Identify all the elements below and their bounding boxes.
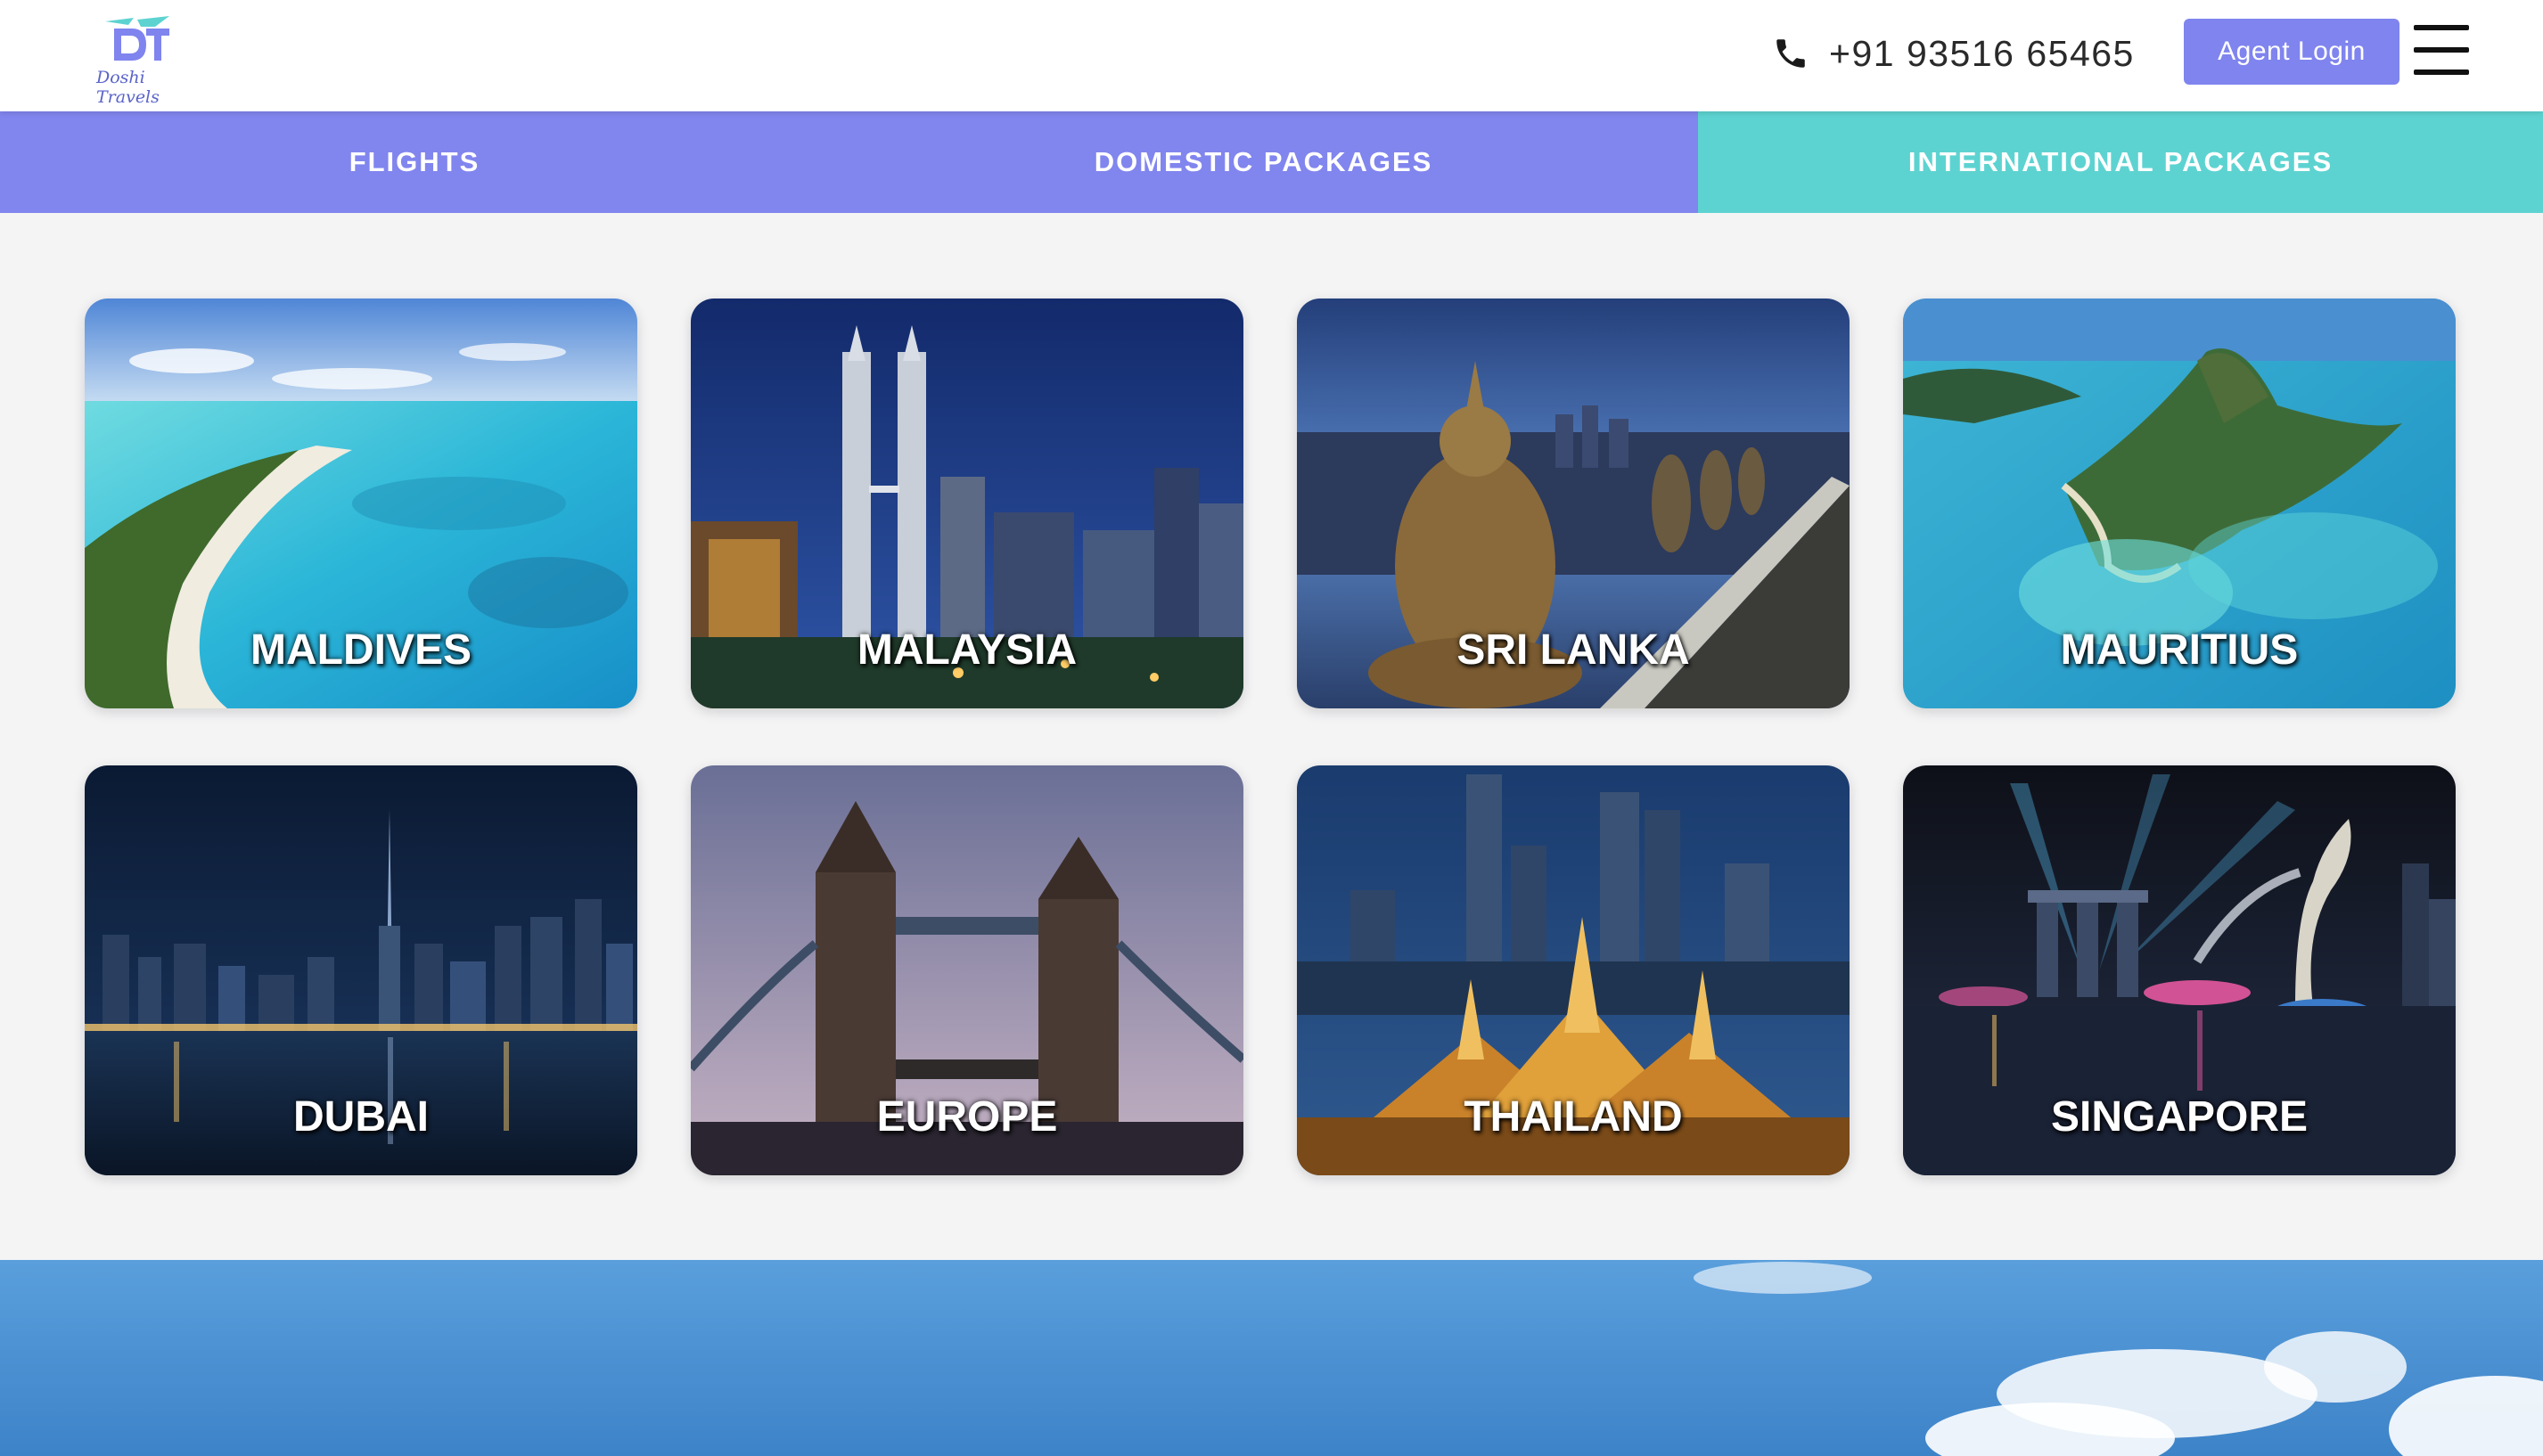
destination-label: EUROPE <box>876 1093 1058 1141</box>
destination-card-thailand[interactable]: THAILAND <box>1297 765 1850 1175</box>
destination-label: DUBAI <box>293 1093 429 1141</box>
tab-international-packages[interactable]: INTERNATIONAL PACKAGES <box>1698 111 2543 213</box>
logo-text: Doshi Travels <box>96 68 160 107</box>
destination-label: MALDIVES <box>250 626 472 674</box>
destination-card-dubai[interactable]: DUBAI <box>85 765 637 1175</box>
logo[interactable]: Doshi Travels <box>94 16 201 107</box>
destination-card-singapore[interactable]: SINGAPORE <box>1903 765 2456 1175</box>
package-tabs: FLIGHTS DOMESTIC PACKAGES INTERNATIONAL … <box>0 111 2543 213</box>
agent-login-button[interactable]: Agent Login <box>2184 19 2399 85</box>
hero-banner <box>0 1260 2543 1456</box>
destination-label: THAILAND <box>1464 1093 1683 1141</box>
phone-icon <box>1776 39 1805 68</box>
sky-banner-image <box>0 1260 2543 1456</box>
destination-card-europe[interactable]: EUROPE <box>691 765 1243 1175</box>
destination-label: MALAYSIA <box>857 626 1078 674</box>
destination-label: SINGAPORE <box>2050 1093 2309 1141</box>
destination-card-maldives[interactable]: MALDIVES <box>85 299 637 708</box>
destination-label: SRI LANKA <box>1456 626 1690 674</box>
hamburger-menu-icon[interactable] <box>2414 23 2469 77</box>
destination-label: MAURITIUS <box>2060 626 2299 674</box>
menu-line <box>2414 70 2469 75</box>
site-header: Doshi Travels +91 93516 65465 Agent Logi… <box>0 0 2543 111</box>
tab-flights[interactable]: FLIGHTS <box>0 111 829 213</box>
menu-line <box>2414 47 2469 53</box>
phone-number[interactable]: +91 93516 65465 <box>1829 33 2135 75</box>
tab-domestic-packages[interactable]: DOMESTIC PACKAGES <box>829 111 1698 213</box>
menu-line <box>2414 25 2469 30</box>
destination-card-mauritius[interactable]: MAURITIUS <box>1903 299 2456 708</box>
logo-mark-icon <box>105 16 169 61</box>
phone-contact[interactable]: +91 93516 65465 <box>1772 27 2135 80</box>
destination-card-sri-lanka[interactable]: SRI LANKA <box>1297 299 1850 708</box>
destination-card-malaysia[interactable]: MALAYSIA <box>691 299 1243 708</box>
